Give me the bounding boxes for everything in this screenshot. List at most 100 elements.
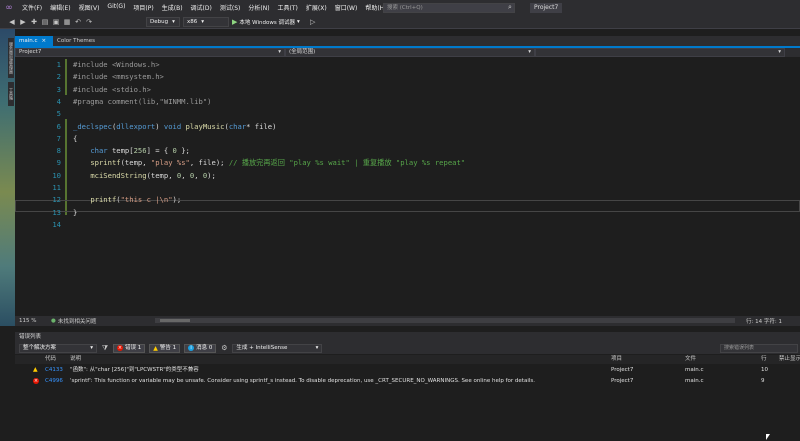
line-number: 3 xyxy=(56,84,61,94)
save-all-icon[interactable]: ▦ xyxy=(63,18,71,26)
code-line[interactable]: 9 sprintf(temp, "play %s", file); // 播放完… xyxy=(15,157,800,169)
chevron-down-icon: ▾ xyxy=(90,344,93,351)
close-icon[interactable]: × xyxy=(42,36,47,46)
menu-item[interactable]: 测试(S) xyxy=(216,3,245,12)
redo-icon[interactable]: ↷ xyxy=(85,18,93,26)
line-number: 11 xyxy=(52,183,61,192)
menu-item[interactable]: 项目(P) xyxy=(129,3,157,12)
scrollbar-thumb[interactable] xyxy=(160,319,190,322)
menu-item[interactable]: 视图(V) xyxy=(75,3,104,12)
build-filter-select[interactable]: 生成 + IntelliSense ▾ xyxy=(232,343,323,353)
header-code[interactable]: 代码 xyxy=(45,355,56,364)
forward-icon[interactable]: ▶ xyxy=(19,18,27,26)
line-number: 7 xyxy=(56,133,61,143)
table-row[interactable]: × C4996 'sprintf': This function or variab… xyxy=(15,376,800,386)
scope-dropdown[interactable]: (全局范围) ▾ xyxy=(285,48,535,57)
code-text: printf("this c |\n"); xyxy=(90,195,182,205)
run-without-debug-icon[interactable]: ▷ xyxy=(309,18,317,26)
menu-item[interactable]: 分析(N) xyxy=(244,3,273,12)
visual-studio-logo-icon[interactable]: ∞ xyxy=(0,0,18,15)
back-icon[interactable]: ◀ xyxy=(8,18,16,26)
errors-filter-button[interactable]: × 错误 1 xyxy=(113,343,146,353)
code-line[interactable]: 6 _declspec(dllexport) void playMusic(cha… xyxy=(15,121,800,133)
line-number: 14 xyxy=(52,219,61,229)
issues-indicator[interactable]: ● 未找到相关问题 xyxy=(51,317,96,325)
code-text: char temp[256] = { 0 }; xyxy=(90,146,190,156)
error-list-title: 错误列表 xyxy=(15,332,800,342)
filter-icon[interactable]: ⧩ xyxy=(101,344,109,352)
config-select[interactable]: Debug ▾ xyxy=(146,16,180,27)
bottom-empty-area xyxy=(0,395,800,441)
tab-color-themes[interactable]: Color Themes xyxy=(53,36,99,46)
scope-select[interactable]: 整个解决方案 ▾ xyxy=(19,343,97,353)
line-number: 1 xyxy=(56,60,61,69)
code-line[interactable]: 14 xyxy=(15,219,800,231)
code-text: _declspec(dllexport) void playMusic(char… xyxy=(73,121,277,131)
line-number: 4 xyxy=(56,96,61,106)
scope-value: 整个解决方案 xyxy=(23,344,57,351)
tab-label: Color Themes xyxy=(57,38,95,44)
code-line[interactable]: 3 #include <stdio.h> xyxy=(15,84,800,96)
menu-item[interactable]: Git(G) xyxy=(103,3,129,12)
header-description[interactable]: 说明 xyxy=(70,355,81,364)
menu-item[interactable]: 扩展(X) xyxy=(302,3,331,12)
warnings-filter-button[interactable]: ▲ 警告 1 xyxy=(149,343,181,353)
server-explorer-tab[interactable]: 服务器资源管理器 xyxy=(8,38,14,78)
filter-settings-icon[interactable]: ⚙ xyxy=(220,344,228,352)
start-debug-button[interactable]: ▶ 本地 Windows 调试器 ▾ xyxy=(232,18,300,26)
error-code[interactable]: C4996 xyxy=(45,376,63,386)
save-icon[interactable]: ▣ xyxy=(52,18,60,26)
errors-count: 错误 1 xyxy=(125,344,142,351)
menu-item[interactable]: 窗口(W) xyxy=(331,3,362,12)
toolbox-tab[interactable]: 工具箱 xyxy=(8,82,14,106)
header-line[interactable]: 行 xyxy=(761,355,767,364)
menu-item[interactable]: 生成(B) xyxy=(158,3,187,12)
line-number: 6 xyxy=(56,121,61,131)
table-row[interactable]: ▲ C4133 "函数": 从"char [256]"到"LPCWSTR"的类型不兼… xyxy=(15,365,800,375)
code-line[interactable]: 7{ xyxy=(15,133,800,145)
code-line[interactable]: 1 #include <Windows.h> xyxy=(15,59,800,71)
zoom-level[interactable]: 115 % xyxy=(15,318,51,324)
messages-filter-button[interactable]: i 消息 0 xyxy=(184,343,217,353)
line-number: 9 xyxy=(56,158,61,168)
project-dropdown[interactable]: Project7 ▾ xyxy=(15,48,285,57)
play-icon: ▶ xyxy=(232,17,238,26)
code-text: #pragma comment(lib,"WINMM.lib") xyxy=(73,96,212,106)
horizontal-scrollbar[interactable] xyxy=(155,318,735,323)
search-icon[interactable]: ⌕ xyxy=(508,3,512,12)
line-number: 2 xyxy=(56,72,61,82)
error-line: 10 xyxy=(761,367,768,373)
undo-icon[interactable]: ↶ xyxy=(74,18,82,26)
new-project-icon[interactable]: ✚ xyxy=(30,18,38,26)
code-line[interactable]: 8 char temp[256] = { 0 }; xyxy=(15,145,800,157)
header-project[interactable]: 项目 xyxy=(611,355,622,364)
error-list-search[interactable]: 搜索错误列表 xyxy=(720,344,798,353)
platform-select[interactable]: x86 ▾ xyxy=(183,16,229,27)
search-input[interactable]: 搜索 (Ctrl+Q) xyxy=(383,3,515,13)
code-line[interactable]: 13} xyxy=(15,207,800,219)
open-icon[interactable]: ▤ xyxy=(41,18,49,26)
code-line[interactable]: 11 xyxy=(15,182,800,194)
error-list-header: 代码 说明 项目 文件 行 禁止显示 xyxy=(15,355,800,364)
tab-main-c[interactable]: main.c × xyxy=(15,36,53,46)
error-code[interactable]: C4133 xyxy=(45,365,63,375)
member-dropdown[interactable]: ▾ xyxy=(535,48,785,57)
mouse-cursor-icon xyxy=(766,434,770,440)
code-line[interactable]: 10 mciSendString(temp, 0, 0, 0); xyxy=(15,170,800,182)
navigation-bar: Project7 ▾ (全局范围) ▾ ▾ xyxy=(15,48,800,57)
error-icon: × xyxy=(117,345,123,351)
header-suppress[interactable]: 禁止显示 xyxy=(779,355,800,364)
error-list-toolbar: 整个解决方案 ▾ ⧩ × 错误 1 ▲ 警告 1 i 消息 0 ⚙ 生成 + Intel… xyxy=(15,342,800,354)
menu-item[interactable]: 编辑(E) xyxy=(46,3,74,12)
info-icon: i xyxy=(188,345,195,351)
header-file[interactable]: 文件 xyxy=(685,355,696,364)
menu-item[interactable]: 文件(F) xyxy=(18,3,46,12)
code-line[interactable]: 4 #pragma comment(lib,"WINMM.lib") xyxy=(15,96,800,108)
code-line[interactable]: 5 xyxy=(15,108,800,120)
code-line[interactable]: 12 printf("this c |\n"); xyxy=(15,194,800,206)
menu-item[interactable]: 工具(T) xyxy=(274,3,302,12)
line-number: 10 xyxy=(52,170,61,180)
menu-item[interactable]: 调试(D) xyxy=(187,3,216,12)
code-line[interactable]: 2 #include <mmsystem.h> xyxy=(15,71,800,83)
messages-count: 消息 0 xyxy=(196,344,213,351)
